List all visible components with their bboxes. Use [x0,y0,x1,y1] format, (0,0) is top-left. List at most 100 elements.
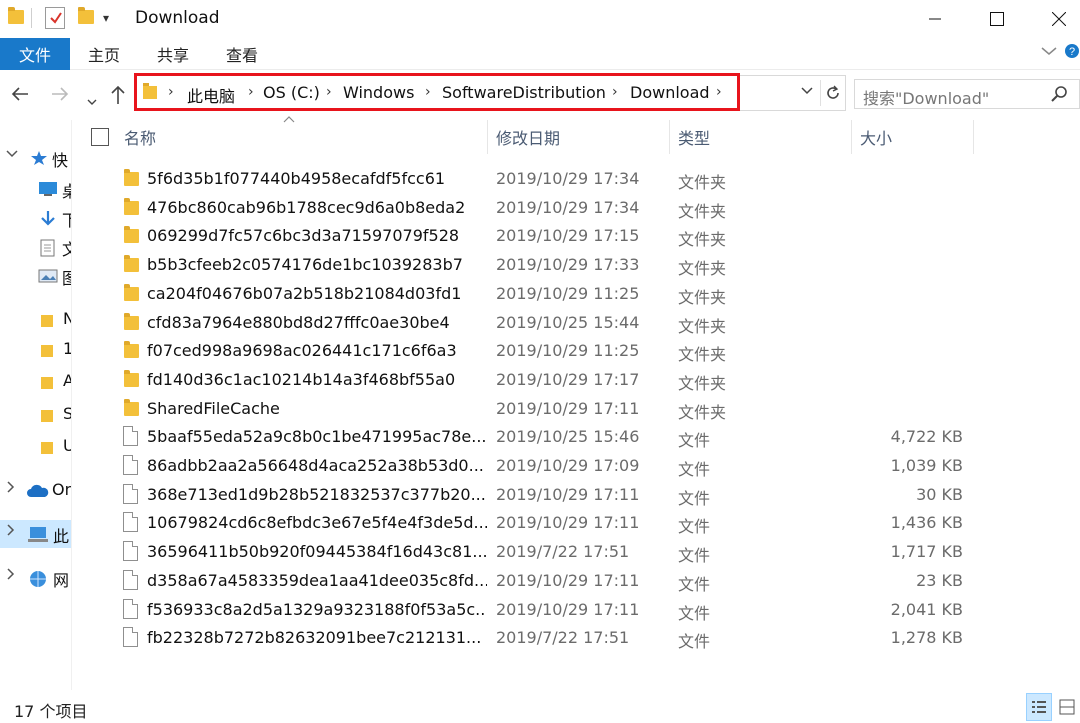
select-all-checkbox[interactable] [91,128,109,146]
folder-row[interactable]: cfd83a7964e880bd8d27fffc0ae30be42019/10/… [110,309,980,337]
properties-icon[interactable] [45,7,65,29]
column-divider[interactable] [669,120,670,154]
tab-view[interactable]: 查看 [226,38,258,70]
file-date: 2019/10/29 11:25 [496,284,666,303]
close-button[interactable] [1036,0,1080,38]
folder-row[interactable]: b5b3cfeeb2c0574176de1bc1039283b72019/10/… [110,251,980,279]
file-name: SharedFileCache [147,399,487,418]
picture-icon [38,268,56,284]
details-view-button[interactable] [1026,693,1052,721]
nav-item-onedrive[interactable]: On [0,477,72,505]
collapse-arrow-icon[interactable] [6,148,18,163]
nav-item-folder[interactable]: U [0,433,72,461]
search-icon[interactable] [1051,85,1069,107]
nav-item-folder[interactable]: A [0,368,72,396]
column-header-name[interactable]: 名称 [124,118,156,156]
help-icon[interactable]: ? [1064,42,1080,64]
nav-item-pictures[interactable]: 图 [0,262,72,290]
back-button[interactable] [10,84,30,109]
expand-arrow-icon[interactable] [6,481,16,497]
recent-locations-dropdown-icon[interactable] [86,88,98,112]
folder-row[interactable]: 5f6d35b1f077440b4958ecafdf5fcc612019/10/… [110,165,980,193]
nav-item-network[interactable]: 网 [0,564,72,592]
nav-item-this-pc[interactable]: 此 [0,520,72,548]
folder-row[interactable]: 476bc860cab96b1788cec9d6a0b8eda22019/10/… [110,194,980,222]
nav-item-folder[interactable]: S [0,401,72,429]
tab-share[interactable]: 共享 [157,38,189,70]
folder-row[interactable]: f07ced998a9698ac026441c171c6f6a32019/10/… [110,337,980,365]
file-date: 2019/10/25 15:46 [496,427,666,446]
file-name: cfd83a7964e880bd8d27fffc0ae30be4 [147,313,487,332]
nav-label: N [63,309,72,328]
minimize-button[interactable] [912,0,958,38]
nav-item-documents[interactable]: 文 [0,233,72,261]
file-row[interactable]: d358a67a4583359dea1aa41dee035c8fd...2019… [110,567,980,595]
folder-icon [124,172,139,186]
file-row[interactable]: 86adbb2aa2a56648d4aca252a38b53d0...2019/… [110,452,980,480]
nav-item-quick-access[interactable]: 快 [0,144,72,172]
nav-label: 文 [62,236,72,260]
folder-icon [124,287,139,301]
nav-label: U [63,436,72,455]
file-date: 2019/10/29 17:17 [496,370,666,389]
column-header-type[interactable]: 类型 [678,118,710,156]
column-header-size[interactable]: 大小 [860,118,892,156]
file-icon [123,599,138,619]
nav-item-downloads[interactable]: 下 [0,204,72,232]
column-header-date[interactable]: 修改日期 [496,118,560,156]
file-size: 1,717 KB [850,542,963,561]
folder-icon [40,342,58,358]
file-type: 文件 [678,456,778,480]
file-name: 10679824cd6c8efbdc3e67e5f4e4f3de5d... [147,513,487,532]
column-divider[interactable] [973,120,974,154]
search-placeholder: 搜索"Download" [863,85,989,109]
folder-icon [124,258,139,272]
customize-toolbar-dropdown-icon[interactable]: ▾ [103,11,109,25]
folder-icon [40,439,58,455]
search-input[interactable]: 搜索"Download" [854,79,1080,109]
refresh-icon[interactable] [820,80,844,106]
file-type: 文件 [678,513,778,537]
file-date: 2019/10/29 17:11 [496,485,666,504]
up-button[interactable] [108,84,128,111]
tab-file[interactable]: 文件 [0,38,70,70]
folder-row[interactable]: 069299d7fc57c6bc3d3a71597079f5282019/10/… [110,222,980,250]
file-type: 文件夹 [678,169,778,193]
folder-row[interactable]: SharedFileCache2019/10/29 17:11文件夹 [110,395,980,423]
expand-arrow-icon[interactable] [6,568,16,584]
file-row[interactable]: 368e713ed1d9b28b521832537c377b20...2019/… [110,481,980,509]
large-icons-view-button[interactable] [1054,693,1080,721]
nav-item-desktop[interactable]: 桌 [0,175,72,203]
file-row[interactable]: fb22328b7272b82632091bee7c212131...2019/… [110,624,980,652]
star-icon [30,150,48,166]
column-divider[interactable] [487,120,488,154]
file-type: 文件夹 [678,341,778,365]
file-size: 1,436 KB [850,513,963,532]
window-title: Download [135,8,220,28]
file-row[interactable]: 36596411b50b920f09445384f16d43c81...2019… [110,538,980,566]
expand-ribbon-icon[interactable] [1041,44,1057,60]
file-row[interactable]: 10679824cd6c8efbdc3e67e5f4e4f3de5d...201… [110,509,980,537]
forward-button[interactable] [50,84,70,109]
column-divider[interactable] [851,120,852,154]
file-type: 文件夹 [678,284,778,308]
file-date: 2019/10/29 11:25 [496,341,666,360]
folder-row[interactable]: fd140d36c1ac10214b14a3f468bf55a02019/10/… [110,366,980,394]
tab-home[interactable]: 主页 [88,38,120,70]
file-row[interactable]: 5baaf55eda52a9c8b0c1be471995ac78e...2019… [110,423,980,451]
file-type: 文件夹 [678,198,778,222]
file-icon [123,541,138,561]
nav-item-folder[interactable]: 1 [0,336,72,364]
expand-arrow-icon[interactable] [6,524,16,540]
file-date: 2019/10/29 17:11 [496,600,666,619]
network-icon [27,570,45,586]
nav-label: On [52,480,72,499]
file-date: 2019/10/29 17:15 [496,226,666,245]
folder-row[interactable]: ca204f04676b07a2b518b21084d03fd12019/10/… [110,280,980,308]
maximize-button[interactable] [974,0,1020,38]
file-row[interactable]: f536933c8a2d5a1329a9323188f0f53a5c...201… [110,596,980,624]
nav-item-folder[interactable]: N [0,306,72,334]
address-dropdown-icon[interactable] [800,84,814,100]
file-type: 文件夹 [678,255,778,279]
new-folder-icon[interactable] [78,10,94,24]
